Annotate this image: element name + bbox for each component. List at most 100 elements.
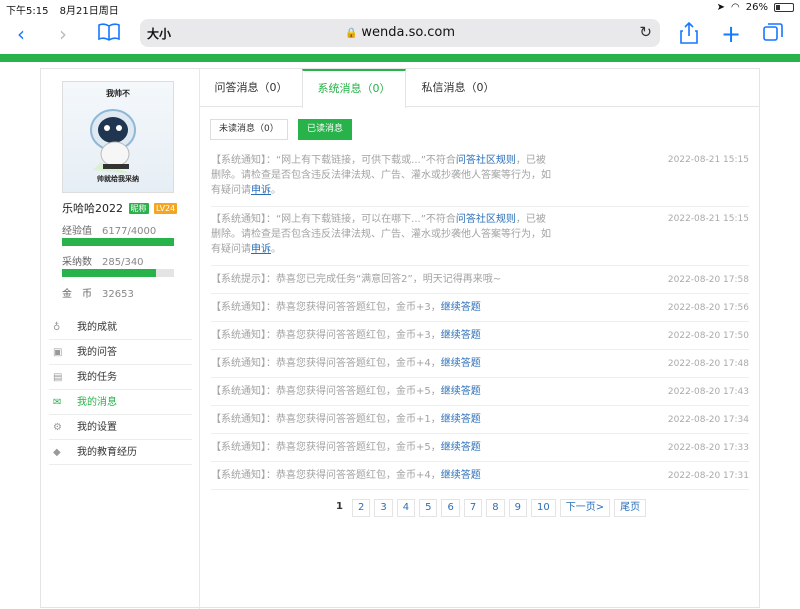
message-time: 2022-08-20 17:48 — [667, 359, 749, 369]
tabs-icon[interactable] — [760, 22, 786, 46]
continue-answering-link[interactable]: 继续答题 — [441, 358, 481, 369]
appeal-link[interactable]: 申诉 — [251, 244, 271, 255]
message-time: 2022-08-21 15:15 — [667, 155, 749, 165]
continue-answering-link[interactable]: 继续答题 — [441, 414, 481, 425]
tab-qa-messages[interactable]: 问答消息（0） — [200, 69, 302, 108]
list-item: 【系统通知】：恭喜您获得问答答题红包，金币+4，继续答题 2022-08-20 … — [211, 462, 749, 490]
message-text: 【系统通知】：恭喜您获得问答答题红包，金币+5， — [211, 442, 441, 453]
page-link[interactable]: 4 — [396, 499, 416, 517]
gear-icon: ⚙ — [53, 422, 62, 433]
continue-answering-link[interactable]: 继续答题 — [441, 442, 481, 453]
message-text: 【系统通知】：恭喜您获得问答答题红包，金币+1， — [211, 414, 441, 425]
message-time: 2022-08-20 17:31 — [667, 471, 749, 481]
wifi-icon: ◠ — [731, 2, 740, 13]
message-text: 【系统提示】：恭喜您已完成任务“满意回答2”，明天记得再来哦~ — [211, 274, 502, 285]
level-badge: LV24 — [154, 203, 178, 214]
last-page-button[interactable]: 尾页 — [614, 499, 647, 517]
page-link[interactable]: 5 — [419, 499, 438, 517]
sidebar-item-messages[interactable]: ✉ 我的消息 — [49, 390, 192, 415]
mail-icon: ✉ — [53, 397, 62, 408]
message-list: 【系统通知】：“网上有下载链接，可供下载或...”不符合问答社区规则，已被删除。… — [211, 149, 749, 490]
list-item: 【系统提示】：恭喜您已完成任务“满意回答2”，明天记得再来哦~ 2022-08-… — [211, 266, 749, 294]
battery-icon — [774, 3, 794, 12]
new-tab-icon[interactable]: + — [718, 22, 744, 46]
page-link[interactable]: 7 — [463, 499, 483, 517]
sidebar-item-questions[interactable]: ▣ 我的问答 — [49, 340, 192, 365]
continue-answering-link[interactable]: 继续答题 — [441, 386, 481, 397]
username[interactable]: 乐哈哈2022 — [62, 202, 123, 215]
sidebar-item-settings[interactable]: ⚙ 我的设置 — [49, 415, 192, 440]
message-text: 【系统通知】：恭喜您获得问答答题红包，金币+3， — [211, 330, 441, 341]
coins-label: 金 币 — [62, 289, 92, 300]
continue-answering-link[interactable]: 继续答题 — [441, 330, 481, 341]
list-item: 【系统通知】：“网上有下载链接，可供下载或...”不符合问答社区规则，已被删除。… — [211, 149, 749, 207]
read-messages-button[interactable]: 已读消息 — [298, 119, 353, 140]
sidebar-item-label: 我的成就 — [77, 322, 117, 333]
sidebar-item-achievements[interactable]: ♁ 我的成就 — [49, 315, 192, 340]
back-icon[interactable]: ‹ — [8, 22, 34, 46]
page-link[interactable]: 2 — [351, 499, 371, 517]
adoption-value: 285/340 — [102, 257, 144, 268]
message-time: 2022-08-20 17:33 — [667, 443, 749, 453]
sidebar-item-tasks[interactable]: ▤ 我的任务 — [49, 365, 192, 390]
sidebar-item-label: 我的任务 — [77, 372, 117, 383]
message-text: 【系统通知】：恭喜您获得问答答题红包，金币+5， — [211, 386, 441, 397]
messages-content: 问答消息（0） 系统消息（0） 私信消息（0） 未读消息（0） 已读消息 【系统… — [200, 69, 760, 609]
list-item: 【系统通知】：恭喜您获得问答答题红包，金币+5，继续答题 2022-08-20 … — [211, 378, 749, 406]
tab-system-messages[interactable]: 系统消息（0） — [302, 69, 406, 108]
experience-stat: 经验值 6177/4000 — [62, 222, 156, 237]
coins-stat: 金 币 32653 — [62, 285, 134, 300]
unread-messages-button[interactable]: 未读消息（0） — [210, 119, 288, 140]
url-text: wenda.so.com — [361, 25, 456, 40]
message-text: 【系统通知】：恭喜您获得问答答题红包，金币+3， — [211, 302, 441, 313]
message-time: 2022-08-20 17:34 — [667, 415, 749, 425]
medal-icon: ♁ — [53, 322, 61, 333]
bookmarks-icon[interactable] — [96, 22, 122, 46]
calendar-icon: ▤ — [53, 372, 63, 383]
browser-toolbar: ‹ › 大小 🔒 wenda.so.com ↻ + — [0, 16, 800, 54]
forward-icon[interactable]: › — [50, 22, 76, 46]
page-link[interactable]: 3 — [374, 499, 393, 517]
message-time: 2022-08-20 17:56 — [667, 303, 749, 313]
avatar[interactable]: 我帅不 帅就给我采纳 — [62, 81, 174, 193]
username-row: 乐哈哈2022 昵称 LV24 — [62, 200, 178, 216]
page-link[interactable]: 8 — [486, 499, 505, 517]
pagination: 1 2 3 4 5 6 7 8 9 10 下一页> 尾页 — [331, 499, 647, 517]
message-text: 【系统通知】：恭喜您获得问答答题红包，金币+4， — [211, 470, 441, 481]
address-bar[interactable]: 大小 🔒 wenda.so.com ↻ — [140, 19, 660, 47]
continue-answering-link[interactable]: 继续答题 — [441, 302, 481, 313]
adoption-stat: 采纳数 285/340 — [62, 253, 144, 268]
community-rules-link[interactable]: 问答社区规则 — [456, 155, 516, 166]
nickname-badge: 昵称 — [128, 203, 149, 214]
page-link[interactable]: 9 — [508, 499, 527, 517]
next-page-button[interactable]: 下一页> — [559, 499, 611, 517]
sidebar-item-label: 我的设置 — [77, 422, 117, 433]
reload-icon[interactable]: ↻ — [639, 23, 652, 41]
sidebar-item-label: 我的问答 — [77, 347, 117, 358]
list-item: 【系统通知】：恭喜您获得问答答题红包，金币+1，继续答题 2022-08-20 … — [211, 406, 749, 434]
list-item: 【系统通知】：“网上有下载链接，可以在哪下...”不符合问答社区规则，已被删除。… — [211, 207, 749, 266]
page-link[interactable]: 6 — [441, 499, 460, 517]
lock-icon: 🔒 — [344, 28, 358, 39]
share-icon[interactable] — [676, 21, 702, 46]
community-rules-link[interactable]: 问答社区规则 — [456, 214, 516, 225]
avatar-caption-bottom: 帅就给我采纳 — [97, 175, 139, 183]
battery-level — [776, 5, 780, 10]
sidebar: 我帅不 帅就给我采纳 乐哈哈2022 昵称 LV24 经验值 6177/4000 … — [41, 69, 200, 609]
experience-bar-fill — [62, 238, 174, 246]
url-field[interactable]: 🔒 wenda.so.com — [140, 25, 660, 40]
coins-value: 32653 — [102, 289, 134, 300]
sidebar-menu: ♁ 我的成就 ▣ 我的问答 ▤ 我的任务 ✉ 我的消息 ⚙ 我的设置 ◆ 我的教育经历 — [49, 315, 192, 465]
sidebar-item-education[interactable]: ◆ 我的教育经历 — [49, 440, 192, 465]
sidebar-item-label: 我的消息 — [77, 397, 117, 408]
continue-answering-link[interactable]: 继续答题 — [441, 470, 481, 481]
sidebar-item-label: 我的教育经历 — [77, 447, 137, 458]
experience-bar — [62, 238, 174, 246]
user-center-panel: 我帅不 帅就给我采纳 乐哈哈2022 昵称 LV24 经验值 6177/4000 … — [40, 68, 760, 609]
status-bar: 下午5:15 8月21日周日 ➤ ◠ 26% — [0, 0, 800, 17]
appeal-link[interactable]: 申诉 — [251, 185, 271, 196]
experience-value: 6177/4000 — [102, 226, 157, 237]
page-link[interactable]: 10 — [530, 499, 556, 517]
tab-private-messages[interactable]: 私信消息（0） — [406, 69, 510, 108]
message-text: 【系统通知】：“网上有下载链接，可供下载或...”不符合 — [211, 155, 456, 166]
